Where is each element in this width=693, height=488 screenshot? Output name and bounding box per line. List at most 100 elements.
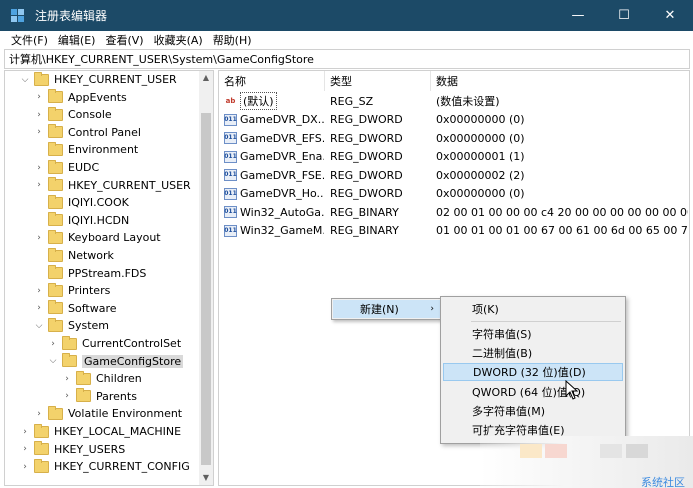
tree-node[interactable]: ⌵ System bbox=[33, 317, 109, 334]
expand-arrow-icon[interactable]: › bbox=[19, 462, 31, 472]
value-row[interactable]: 011 Win32_GameM... REG_BINARY 01 00 01 00 0… bbox=[219, 222, 689, 240]
tree-node[interactable]: › HKEY_CURRENT_USER bbox=[33, 177, 191, 194]
value-name-cell: ab (默认) bbox=[224, 92, 324, 110]
tree-node[interactable]: › AppEvents bbox=[33, 89, 127, 106]
expand-arrow-icon[interactable]: › bbox=[61, 374, 73, 384]
tree-node[interactable]: › HKEY_CURRENT_CONFIG bbox=[19, 458, 190, 475]
scroll-down-arrow-icon[interactable]: ▼ bbox=[199, 471, 213, 485]
expand-arrow-icon[interactable]: › bbox=[61, 391, 73, 401]
tree-node[interactable]: Network bbox=[33, 247, 114, 264]
expand-arrow-icon[interactable]: › bbox=[33, 110, 45, 120]
value-row[interactable]: 011 Win32_AutoGa... REG_BINARY 02 00 01 00 … bbox=[219, 203, 689, 221]
tree-node[interactable]: IQIYI.HCDN bbox=[33, 212, 129, 229]
registry-tree[interactable]: ⌵ HKEY_CURRENT_USER › AppEvents › Console › Con… bbox=[4, 70, 214, 486]
folder-icon bbox=[48, 106, 63, 121]
submenu-item-key[interactable]: 项(K) bbox=[443, 300, 623, 318]
tree-node[interactable]: ⌵ GameConfigStore bbox=[47, 353, 184, 370]
expand-arrow-icon[interactable]: › bbox=[19, 427, 31, 437]
value-name: GameDVR_DX... bbox=[240, 113, 324, 126]
expand-arrow-icon[interactable]: › bbox=[33, 233, 45, 243]
submenu-item-multi-string[interactable]: 多字符串值(M) bbox=[443, 402, 623, 420]
tree-node[interactable]: PPStream.FDS bbox=[33, 265, 146, 282]
tree-node[interactable]: › HKEY_LOCAL_MACHINE bbox=[19, 423, 181, 440]
expand-arrow-icon[interactable]: › bbox=[33, 409, 45, 419]
folder-icon bbox=[62, 353, 77, 368]
binary-value-icon: 011 bbox=[224, 169, 237, 181]
tree-scrollbar[interactable]: ▲ ▼ bbox=[199, 71, 213, 485]
expand-arrow-icon[interactable]: › bbox=[33, 180, 45, 190]
folder-icon bbox=[48, 194, 63, 209]
value-row[interactable]: 011 GameDVR_Ho... REG_DWORD 0x00000000 (0) bbox=[219, 185, 689, 203]
menu-favorites[interactable]: 收藏夹(A) bbox=[149, 32, 208, 48]
submenu-item-dword[interactable]: DWORD (32 位)值(D) bbox=[443, 363, 623, 381]
expand-arrow-icon[interactable]: › bbox=[33, 92, 45, 102]
submenu-arrow-icon: › bbox=[430, 304, 434, 314]
value-name: GameDVR_Ena... bbox=[240, 150, 324, 163]
address-bar[interactable]: 计算机\HKEY_CURRENT_USER\System\GameConfigS… bbox=[4, 49, 690, 69]
value-row[interactable]: 011 GameDVR_DX... REG_DWORD 0x00000000 (0) bbox=[219, 111, 689, 129]
expand-arrow-icon[interactable]: › bbox=[33, 127, 45, 137]
column-header-name[interactable]: 名称 bbox=[219, 71, 325, 91]
menu-view[interactable]: 查看(V) bbox=[100, 32, 148, 48]
tree-node-label: HKEY_CURRENT_USER bbox=[68, 178, 191, 192]
tree-node[interactable]: Environment bbox=[33, 141, 138, 158]
title-bar: 注册表编辑器 — ☐ ✕ bbox=[0, 0, 693, 31]
close-button[interactable]: ✕ bbox=[647, 0, 693, 31]
expand-arrow-icon[interactable]: › bbox=[33, 303, 45, 313]
folder-icon bbox=[76, 388, 91, 403]
value-row[interactable]: 011 GameDVR_Ena... REG_DWORD 0x00000001 (1) bbox=[219, 148, 689, 166]
value-row[interactable]: 011 GameDVR_EFS... REG_DWORD 0x00000000 (0) bbox=[219, 129, 689, 147]
column-header-type[interactable]: 类型 bbox=[325, 71, 431, 91]
expand-arrow-icon[interactable]: › bbox=[19, 444, 31, 454]
tree-node[interactable]: › HKEY_USERS bbox=[19, 441, 125, 458]
context-menu-new[interactable]: 新建(N) › bbox=[333, 300, 440, 318]
tree-node-label: Control Panel bbox=[68, 125, 141, 139]
scroll-up-arrow-icon[interactable]: ▲ bbox=[199, 71, 213, 85]
folder-icon bbox=[34, 441, 49, 456]
menu-edit[interactable]: 编辑(E) bbox=[53, 32, 101, 48]
tree-node[interactable]: IQIYI.COOK bbox=[33, 194, 129, 211]
value-row[interactable]: ab (默认) REG_SZ (数值未设置) bbox=[219, 92, 689, 110]
watermark-tile bbox=[520, 444, 542, 458]
binary-value-icon: 011 bbox=[224, 206, 237, 218]
tree-node[interactable]: › EUDC bbox=[33, 159, 99, 176]
expand-arrow-icon[interactable]: › bbox=[47, 339, 59, 349]
folder-icon bbox=[48, 317, 63, 332]
folder-icon bbox=[62, 335, 77, 350]
tree-node[interactable]: › Volatile Environment bbox=[33, 405, 182, 422]
expand-arrow-icon[interactable]: › bbox=[33, 163, 45, 173]
expand-arrow-icon[interactable]: › bbox=[33, 286, 45, 296]
tree-node[interactable]: › Software bbox=[33, 300, 117, 317]
folder-icon bbox=[48, 265, 63, 280]
column-header-data[interactable]: 数据 bbox=[431, 71, 689, 91]
tree-node[interactable]: › CurrentControlSet bbox=[47, 335, 181, 352]
menu-file[interactable]: 文件(F) bbox=[6, 32, 53, 48]
value-row[interactable]: 011 GameDVR_FSE... REG_DWORD 0x00000002 (2) bbox=[219, 166, 689, 184]
binary-value-icon: 011 bbox=[224, 113, 237, 126]
value-name-cell: 011 GameDVR_Ena... bbox=[224, 148, 324, 166]
collapse-arrow-icon[interactable]: ⌵ bbox=[33, 321, 45, 331]
value-name-cell: 011 Win32_AutoGa... bbox=[224, 203, 324, 221]
watermark-text: 系统社区 bbox=[641, 476, 685, 488]
minimize-button[interactable]: — bbox=[555, 0, 601, 31]
tree-node-label: AppEvents bbox=[68, 90, 127, 104]
tree-node[interactable]: › Control Panel bbox=[33, 124, 141, 141]
tree-node[interactable]: › Console bbox=[33, 106, 112, 123]
tree-node-label: HKEY_CURRENT_USER bbox=[54, 73, 177, 86]
menu-help[interactable]: 帮助(H) bbox=[208, 32, 257, 48]
tree-node-label: HKEY_USERS bbox=[54, 442, 126, 456]
tree-node[interactable]: › Parents bbox=[61, 388, 137, 405]
folder-icon bbox=[48, 229, 63, 244]
tree-node-label: HKEY_LOCAL_MACHINE bbox=[54, 425, 182, 438]
submenu-item-binary[interactable]: 二进制值(B) bbox=[443, 344, 623, 362]
collapse-arrow-icon[interactable]: ⌵ bbox=[47, 356, 59, 366]
tree-node[interactable]: ⌵ HKEY_CURRENT_USER bbox=[19, 71, 177, 88]
maximize-button[interactable]: ☐ bbox=[601, 0, 647, 31]
submenu-item-qword[interactable]: QWORD (64 位)值(Q) bbox=[443, 383, 623, 401]
submenu-item-string[interactable]: 字符串值(S) bbox=[443, 325, 623, 343]
tree-node[interactable]: › Printers bbox=[33, 282, 110, 299]
collapse-arrow-icon[interactable]: ⌵ bbox=[19, 75, 31, 85]
tree-scrollbar-thumb[interactable] bbox=[201, 113, 211, 465]
tree-node[interactable]: › Keyboard Layout bbox=[33, 229, 161, 246]
tree-node[interactable]: › Children bbox=[61, 370, 142, 387]
